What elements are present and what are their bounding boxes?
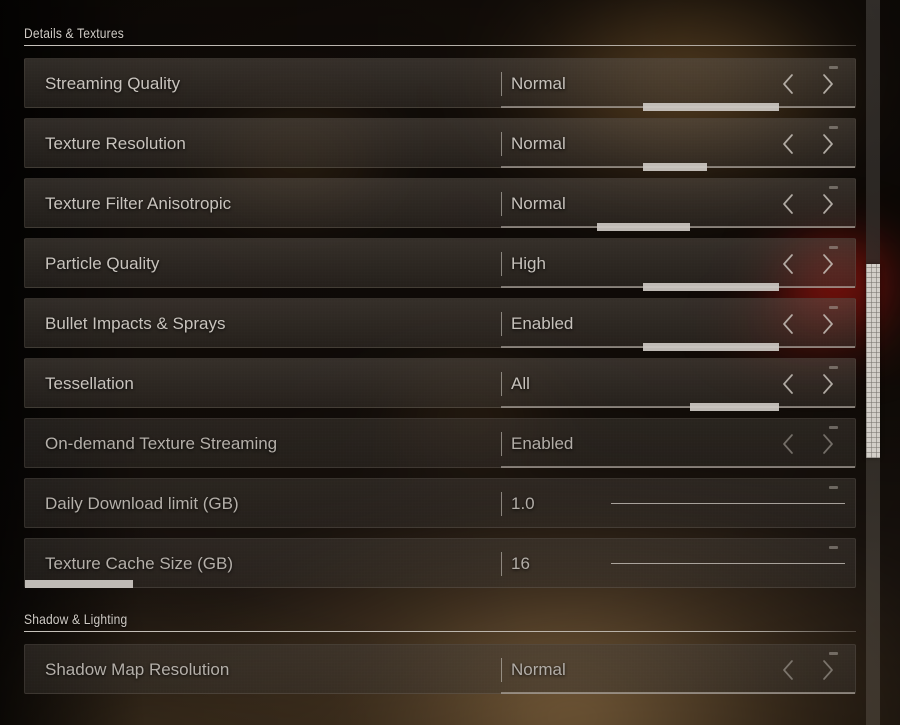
setting-row[interactable]: Daily Download limit (GB) 1.0 (24, 478, 856, 528)
section-rule (24, 45, 856, 46)
section-header: Details & Textures (24, 25, 856, 46)
chevron-left-icon[interactable] (773, 69, 803, 99)
setting-slider-track[interactable] (501, 403, 855, 411)
section-title: Details & Textures (24, 25, 124, 41)
setting-label: Particle Quality (45, 254, 160, 273)
setting-value: 16 (511, 554, 530, 573)
value-divider (501, 72, 502, 96)
value-divider (501, 312, 502, 336)
value-divider (501, 492, 502, 516)
setting-row[interactable]: Streaming Quality Normal (24, 58, 856, 111)
corner-dash-icon (829, 546, 838, 549)
setting-row[interactable]: Texture Cache Size (GB) 16 (24, 538, 856, 588)
chevron-left-icon[interactable] (773, 429, 803, 459)
chevron-left-icon[interactable] (773, 309, 803, 339)
chevron-left-icon[interactable] (773, 369, 803, 399)
setting-value: Normal (511, 134, 566, 153)
setting-value: 1.0 (511, 494, 535, 513)
setting-slider-fill (643, 103, 779, 111)
numeric-slider-fill (25, 580, 134, 588)
setting-value: Enabled (511, 314, 574, 333)
setting-label: On-demand Texture Streaming (45, 434, 278, 453)
section-title: Shadow & Lighting (24, 611, 128, 627)
setting-value: Normal (511, 74, 566, 93)
numeric-slider-rule[interactable] (611, 503, 845, 504)
setting-row[interactable]: Particle Quality High (24, 238, 856, 291)
setting-row[interactable]: Bullet Impacts & Sprays Enabled (24, 298, 856, 351)
setting-slider-track[interactable] (501, 103, 855, 111)
value-divider (501, 658, 502, 682)
chevron-left-icon[interactable] (773, 189, 803, 219)
setting-slider-track[interactable] (501, 283, 855, 291)
setting-slider-track[interactable] (501, 466, 855, 468)
setting-label: Tessellation (45, 374, 134, 393)
setting-slider-fill (689, 403, 779, 411)
setting-row[interactable]: Texture Filter Anisotropic Normal (24, 178, 856, 231)
value-divider (501, 432, 502, 456)
setting-value: High (511, 254, 546, 273)
chevron-left-icon[interactable] (773, 249, 803, 279)
section-rule (24, 631, 856, 632)
chevron-right-icon[interactable] (813, 249, 843, 279)
setting-row[interactable]: Texture Resolution Normal (24, 118, 856, 171)
setting-row[interactable]: On-demand Texture Streaming Enabled (24, 418, 856, 468)
setting-label: Bullet Impacts & Sprays (45, 314, 226, 333)
setting-value: Enabled (511, 434, 574, 453)
numeric-slider-rule[interactable] (611, 563, 845, 564)
corner-dash-icon (829, 486, 838, 489)
chevron-right-icon[interactable] (813, 655, 843, 685)
setting-label: Texture Resolution (45, 134, 186, 153)
chevron-right-icon[interactable] (813, 129, 843, 159)
chevron-left-icon[interactable] (773, 129, 803, 159)
setting-value: All (511, 374, 530, 393)
chevron-left-icon[interactable] (773, 655, 803, 685)
setting-slider-fill (597, 223, 690, 231)
section-header: Shadow & Lighting (24, 611, 856, 632)
chevron-right-icon[interactable] (813, 429, 843, 459)
chevron-right-icon[interactable] (813, 69, 843, 99)
setting-slider-track[interactable] (501, 692, 855, 694)
setting-slider-track[interactable] (501, 163, 855, 171)
setting-slider-track[interactable] (501, 343, 855, 351)
row-texture (25, 359, 855, 407)
setting-row[interactable]: Tessellation All (24, 358, 856, 411)
chevron-right-icon[interactable] (813, 369, 843, 399)
value-divider (501, 372, 502, 396)
setting-slider-fill (643, 163, 708, 171)
value-divider (501, 132, 502, 156)
setting-slider-track[interactable] (501, 223, 855, 231)
setting-slider-fill (643, 343, 779, 351)
setting-label: Streaming Quality (45, 74, 181, 93)
value-divider (501, 252, 502, 276)
setting-value: Normal (511, 660, 566, 679)
settings-screen: Details & Textures Streaming Quality Norma… (0, 0, 900, 725)
setting-label: Texture Filter Anisotropic (45, 194, 232, 213)
chevron-right-icon[interactable] (813, 189, 843, 219)
setting-slider-fill (643, 283, 779, 291)
setting-row[interactable]: Shadow Map Resolution Normal (24, 644, 856, 694)
setting-label: Daily Download limit (GB) (45, 494, 239, 513)
chevron-right-icon[interactable] (813, 309, 843, 339)
value-divider (501, 552, 502, 576)
value-divider (501, 192, 502, 216)
scrollbar-thumb[interactable] (866, 264, 880, 458)
setting-value: Normal (511, 194, 566, 213)
settings-content: Details & Textures Streaming Quality Norma… (0, 0, 900, 725)
setting-label: Shadow Map Resolution (45, 660, 230, 679)
